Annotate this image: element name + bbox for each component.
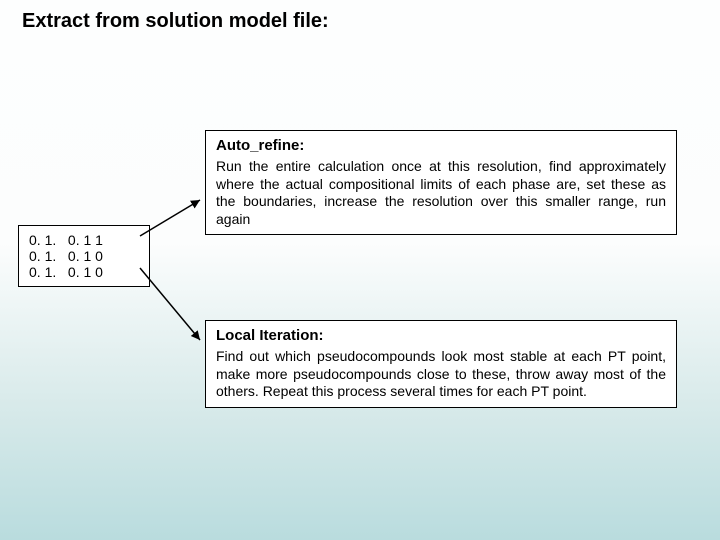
data-row: 0. 1. 0. 1 0 [29, 264, 139, 280]
data-row: 0. 1. 0. 1 0 [29, 248, 139, 264]
box-header: Local Iteration: [216, 327, 666, 344]
page-title: Extract from solution model file: [22, 10, 329, 33]
box-header: Auto_refine: [216, 137, 666, 154]
data-values-box: 0. 1. 0. 1 1 0. 1. 0. 1 0 0. 1. 0. 1 0 [18, 225, 150, 287]
box-body: Find out which pseudocompounds look most… [216, 348, 666, 401]
local-iteration-box: Local Iteration: Find out which pseudoco… [205, 320, 677, 408]
auto-refine-box: Auto_refine: Run the entire calculation … [205, 130, 677, 235]
box-body: Run the entire calculation once at this … [216, 158, 666, 228]
data-row: 0. 1. 0. 1 1 [29, 232, 139, 248]
